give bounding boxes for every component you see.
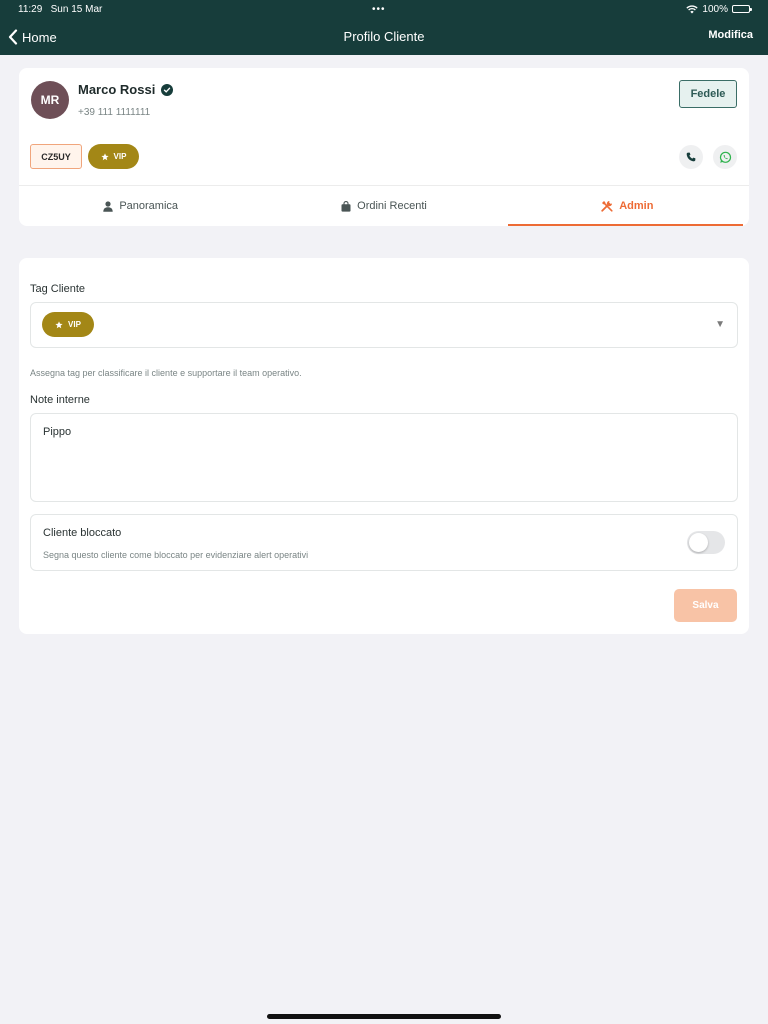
- blocked-toggle[interactable]: [687, 531, 725, 554]
- bag-icon: [341, 200, 351, 212]
- chevron-left-icon: [8, 29, 18, 45]
- blocked-customer-setting: Cliente bloccato Segna questo cliente co…: [30, 514, 738, 571]
- person-icon: [103, 200, 114, 212]
- home-indicator[interactable]: [267, 1014, 501, 1019]
- tab-admin[interactable]: Admin: [506, 186, 749, 226]
- save-button[interactable]: Salva: [674, 589, 737, 622]
- vip-tag-badge: VIP: [88, 144, 139, 169]
- selected-tag-label: VIP: [68, 320, 81, 329]
- tools-icon: [601, 200, 613, 212]
- profile-card: MR Marco Rossi +39 111 1111111 Fedele CZ…: [19, 68, 749, 226]
- star-icon: [100, 152, 109, 160]
- dropdown-arrow-icon: ▼: [715, 319, 725, 330]
- notes-field-label: Note interne: [30, 394, 90, 406]
- customer-code-badge: CZ5UY: [30, 144, 82, 169]
- phone-icon: [686, 152, 696, 162]
- selected-tag-chip[interactable]: VIP: [42, 312, 94, 337]
- avatar: MR: [31, 81, 69, 119]
- tag-select[interactable]: VIP ▼: [30, 302, 738, 348]
- edit-button[interactable]: Modifica: [708, 29, 753, 41]
- internal-notes-input[interactable]: Pippo: [30, 413, 738, 502]
- whatsapp-button[interactable]: [713, 145, 737, 169]
- page-title: Profilo Cliente: [343, 29, 425, 44]
- blocked-description: Segna questo cliente come bloccato per e…: [43, 550, 309, 560]
- tag-hint: Assegna tag per classificare il cliente …: [30, 368, 302, 378]
- whatsapp-icon: [719, 151, 731, 163]
- status-time: 11:29: [18, 3, 43, 15]
- verified-icon: [161, 83, 174, 96]
- loyalty-status-badge[interactable]: Fedele: [679, 80, 737, 108]
- profile-tabs: Panoramica Ordini Recenti Admin: [19, 185, 749, 226]
- status-date: Sun 15 Mar: [50, 3, 103, 15]
- back-label: Home: [22, 29, 57, 45]
- tab-label: Admin: [619, 200, 654, 212]
- tab-ordini-recenti[interactable]: Ordini Recenti: [262, 186, 505, 226]
- blocked-title: Cliente bloccato: [43, 527, 122, 539]
- tag-field-label: Tag Cliente: [30, 283, 86, 295]
- multitask-dots[interactable]: •••: [372, 4, 386, 15]
- customer-phone: +39 111 1111111: [78, 107, 151, 118]
- star-icon: [55, 320, 63, 328]
- tab-label: Ordini Recenti: [357, 200, 427, 212]
- tab-panoramica[interactable]: Panoramica: [19, 186, 262, 226]
- back-button[interactable]: Home: [8, 26, 57, 48]
- admin-panel: Tag Cliente VIP ▼ Assegna tag per classi…: [19, 258, 749, 634]
- wifi-icon: [686, 4, 699, 13]
- vip-tag-label: VIP: [113, 152, 127, 161]
- call-button[interactable]: [679, 145, 703, 169]
- tab-label: Panoramica: [119, 200, 179, 212]
- battery-icon: [732, 5, 752, 13]
- navigation-bar: Home Profilo Cliente Modifica: [0, 18, 768, 55]
- battery-percent: 100%: [702, 3, 728, 15]
- status-bar: 11:29 Sun 15 Mar ••• 100%: [0, 0, 768, 18]
- customer-name: Marco Rossi: [78, 82, 156, 97]
